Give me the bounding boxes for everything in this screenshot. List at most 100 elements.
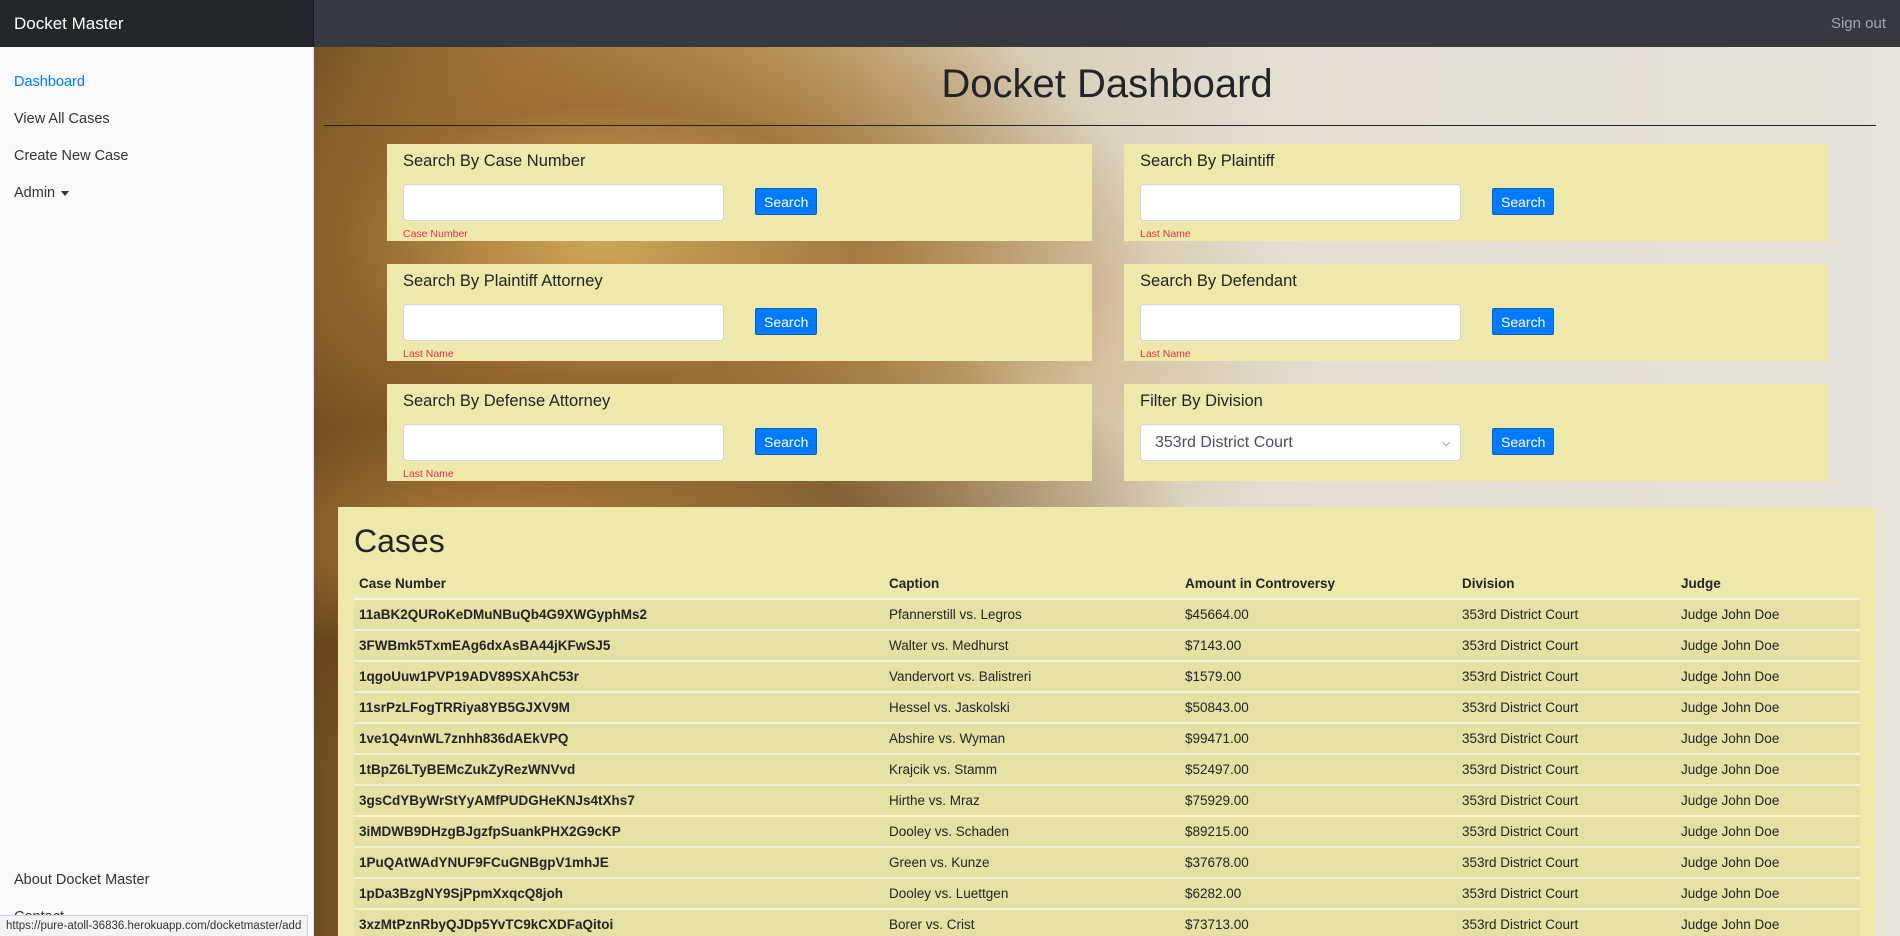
search-plaintiff-card: Search By Plaintiff Search Last Name xyxy=(1124,144,1829,241)
caption-cell: Hirthe vs. Mraz xyxy=(884,784,1180,816)
search-defense-attorney-title: Search By Defense Attorney xyxy=(403,392,611,410)
sidebar-item-dashboard[interactable]: Dashboard xyxy=(14,74,85,90)
division-cell: 353rd District Court xyxy=(1457,784,1676,816)
table-header-row: Case Number Caption Amount in Controvers… xyxy=(354,568,1860,599)
brand-logo[interactable]: Docket Master xyxy=(0,0,314,47)
search-defense-attorney-button[interactable]: Search xyxy=(755,428,818,455)
plaintiff-input[interactable] xyxy=(1140,184,1461,221)
search-plaintiff-button[interactable]: Search xyxy=(1492,188,1555,215)
amount-cell: $6282.00 xyxy=(1180,877,1457,909)
table-row[interactable]: 3xzMtPznRbyQJDp5YvTC9kCXDFaQitoi Borer vs… xyxy=(354,908,1860,936)
filter-division-button[interactable]: Search xyxy=(1492,428,1555,455)
cases-table-body: 11aBK2QURoKeDMuNBuQb4G9XWGyphMs2 Pfanners… xyxy=(354,598,1860,936)
judge-cell: Judge John Doe xyxy=(1676,753,1860,785)
case-number-hint: Case Number xyxy=(403,228,468,240)
search-defendant-card: Search By Defendant Search Last Name xyxy=(1124,264,1829,361)
division-cell: 353rd District Court xyxy=(1457,753,1676,785)
case-number-cell[interactable]: 1tBpZ6LTyBEMcZukZyRezWNVvd xyxy=(354,753,884,785)
search-plaintiff-title: Search By Plaintiff xyxy=(1140,152,1275,170)
judge-cell: Judge John Doe xyxy=(1676,691,1860,723)
case-number-cell[interactable]: 1qgoUuw1PVP19ADV89SXAhC53r xyxy=(354,660,884,692)
cases-panel: Cases Case Number Caption Amount in Cont… xyxy=(338,507,1876,936)
plaintiff-attorney-input[interactable] xyxy=(403,304,724,341)
case-number-cell[interactable]: 1pDa3BzgNY9SjPpmXxqcQ8joh xyxy=(354,877,884,909)
table-row[interactable]: 1qgoUuw1PVP19ADV89SXAhC53r Vandervort vs.… xyxy=(354,660,1860,692)
table-row[interactable]: 11aBK2QURoKeDMuNBuQb4G9XWGyphMs2 Pfanners… xyxy=(354,598,1860,630)
judge-cell: Judge John Doe xyxy=(1676,877,1860,909)
table-row[interactable]: 1ve1Q4vnWL7znhh836dAEkVPQ Abshire vs. Wym… xyxy=(354,722,1860,754)
division-cell: 353rd District Court xyxy=(1457,877,1676,909)
case-number-cell[interactable]: 11aBK2QURoKeDMuNBuQb4G9XWGyphMs2 xyxy=(354,598,884,630)
division-cell: 353rd District Court xyxy=(1457,660,1676,692)
plaintiff-attorney-hint: Last Name xyxy=(403,348,454,360)
division-cell: 353rd District Court xyxy=(1457,598,1676,630)
plaintiff-hint: Last Name xyxy=(1140,228,1191,240)
case-number-cell[interactable]: 3FWBmk5TxmEAg6dxAsBA44jKFwSJ5 xyxy=(354,629,884,661)
column-header-amount[interactable]: Amount in Controversy xyxy=(1180,568,1457,599)
defense-attorney-input[interactable] xyxy=(403,424,724,461)
cases-table: Case Number Caption Amount in Controvers… xyxy=(354,568,1860,936)
judge-cell: Judge John Doe xyxy=(1676,629,1860,661)
page-title: Docket Dashboard xyxy=(941,62,1273,106)
case-number-cell[interactable]: 3xzMtPznRbyQJDp5YvTC9kCXDFaQitoi xyxy=(354,908,884,936)
judge-cell: Judge John Doe xyxy=(1676,722,1860,754)
sidebar-item-view-all-cases[interactable]: View All Cases xyxy=(14,111,110,127)
case-number-cell[interactable]: 3iMDWB9DHzgBJgzfpSuankPHX2G9cKP xyxy=(354,815,884,847)
table-row[interactable]: 1PuQAtWAdYNUF9FCuGNBgpV1mhJE Green vs. Ku… xyxy=(354,846,1860,878)
column-header-judge[interactable]: Judge xyxy=(1676,568,1860,599)
judge-cell: Judge John Doe xyxy=(1676,598,1860,630)
browser-status-url: https://pure-atoll-36836.herokuapp.com/d… xyxy=(0,915,309,936)
caption-cell: Dooley vs. Schaden xyxy=(884,815,1180,847)
column-header-division[interactable]: Division xyxy=(1457,568,1676,599)
sidebar-item-about[interactable]: About Docket Master xyxy=(14,872,149,888)
case-number-cell[interactable]: 1PuQAtWAdYNUF9FCuGNBgpV1mhJE xyxy=(354,846,884,878)
amount-cell: $7143.00 xyxy=(1180,629,1457,661)
search-case-number-button[interactable]: Search xyxy=(755,188,818,215)
sidebar-item-create-new-case[interactable]: Create New Case xyxy=(14,148,128,164)
search-plaintiff-attorney-button[interactable]: Search xyxy=(755,308,818,335)
amount-cell: $99471.00 xyxy=(1180,722,1457,754)
division-select[interactable]: 353rd District Court xyxy=(1140,424,1461,461)
judge-cell: Judge John Doe xyxy=(1676,784,1860,816)
defendant-input[interactable] xyxy=(1140,304,1461,341)
top-navbar: Docket Master Sign out xyxy=(0,0,1900,47)
table-row[interactable]: 1tBpZ6LTyBEMcZukZyRezWNVvd Krajcik vs. St… xyxy=(354,753,1860,785)
division-cell: 353rd District Court xyxy=(1457,691,1676,723)
caption-cell: Pfannerstill vs. Legros xyxy=(884,598,1180,630)
search-defendant-title: Search By Defendant xyxy=(1140,272,1297,290)
column-header-case-number[interactable]: Case Number xyxy=(354,568,884,599)
table-row[interactable]: 3iMDWB9DHzgBJgzfpSuankPHX2G9cKP Dooley vs… xyxy=(354,815,1860,847)
amount-cell: $73713.00 xyxy=(1180,908,1457,936)
case-number-cell[interactable]: 11srPzLFogTRRiya8YB5GJXV9M xyxy=(354,691,884,723)
amount-cell: $89215.00 xyxy=(1180,815,1457,847)
search-case-number-title: Search By Case Number xyxy=(403,152,586,170)
sign-out-link[interactable]: Sign out xyxy=(1831,0,1886,47)
case-number-input[interactable] xyxy=(403,184,724,221)
table-row[interactable]: 11srPzLFogTRRiya8YB5GJXV9M Hessel vs. Jas… xyxy=(354,691,1860,723)
case-number-cell[interactable]: 1ve1Q4vnWL7znhh836dAEkVPQ xyxy=(354,722,884,754)
amount-cell: $37678.00 xyxy=(1180,846,1457,878)
judge-cell: Judge John Doe xyxy=(1676,846,1860,878)
amount-cell: $75929.00 xyxy=(1180,784,1457,816)
caption-cell: Krajcik vs. Stamm xyxy=(884,753,1180,785)
sidebar: Dashboard View All Cases Create New Case… xyxy=(0,47,314,936)
defense-attorney-hint: Last Name xyxy=(403,468,454,480)
table-row[interactable]: 3gsCdYByWrStYyAMfPUDGHeKNJs4tXhs7 Hirthe … xyxy=(354,784,1860,816)
judge-cell: Judge John Doe xyxy=(1676,908,1860,936)
search-case-number-card: Search By Case Number Search Case Number xyxy=(387,144,1092,241)
caption-cell: Vandervort vs. Balistreri xyxy=(884,660,1180,692)
table-row[interactable]: 1pDa3BzgNY9SjPpmXxqcQ8joh Dooley vs. Luet… xyxy=(354,877,1860,909)
main-content: Docket Dashboard Search By Case Number S… xyxy=(314,47,1900,936)
search-defendant-button[interactable]: Search xyxy=(1492,308,1555,335)
case-number-cell[interactable]: 3gsCdYByWrStYyAMfPUDGHeKNJs4tXhs7 xyxy=(354,784,884,816)
table-row[interactable]: 3FWBmk5TxmEAg6dxAsBA44jKFwSJ5 Walter vs. … xyxy=(354,629,1860,661)
amount-cell: $52497.00 xyxy=(1180,753,1457,785)
column-header-caption[interactable]: Caption xyxy=(884,568,1180,599)
sidebar-item-admin[interactable]: Admin xyxy=(14,185,70,201)
division-cell: 353rd District Court xyxy=(1457,815,1676,847)
search-plaintiff-attorney-title: Search By Plaintiff Attorney xyxy=(403,272,603,290)
title-divider xyxy=(324,125,1876,126)
cases-heading: Cases xyxy=(354,523,445,559)
caret-down-icon xyxy=(61,190,70,196)
division-cell: 353rd District Court xyxy=(1457,908,1676,936)
